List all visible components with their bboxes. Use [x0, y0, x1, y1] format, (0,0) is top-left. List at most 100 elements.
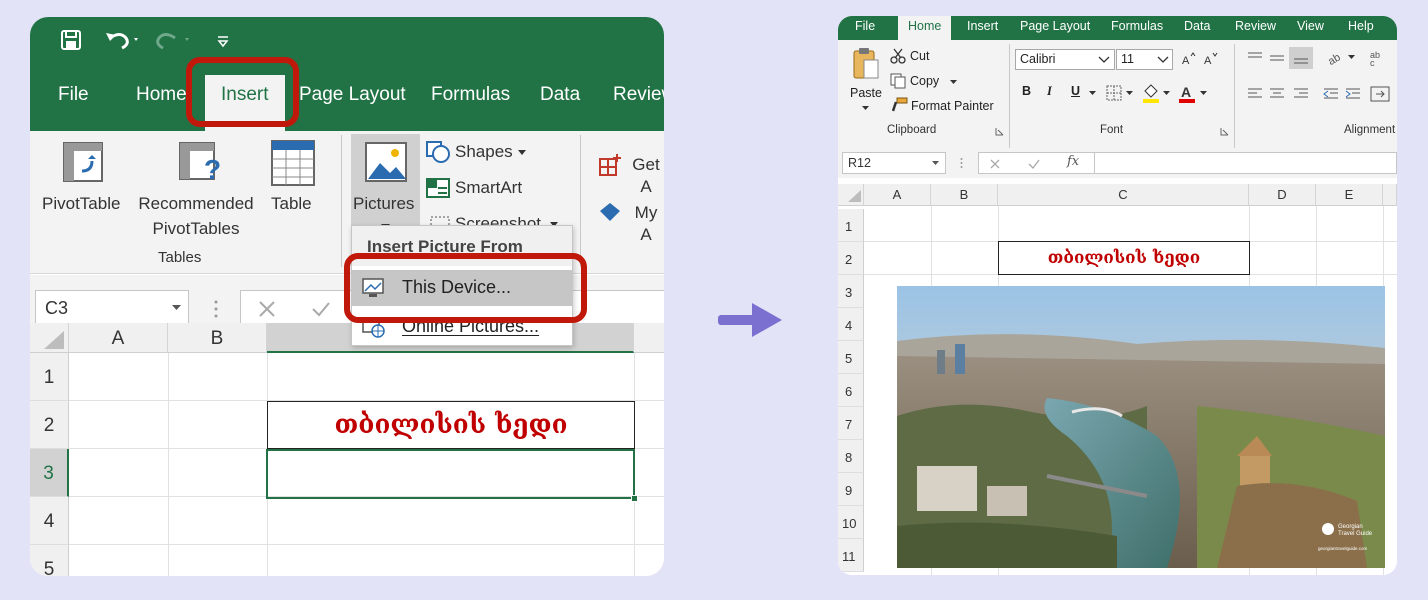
cell-c2[interactable]: თბილისის ხედი — [267, 401, 635, 449]
italic-button[interactable]: I — [1047, 84, 1052, 99]
align-top-icon[interactable] — [1247, 51, 1263, 65]
fx-icon[interactable]: fx — [1067, 154, 1079, 169]
cancel-icon[interactable] — [257, 299, 277, 319]
dialog-launcher-icon[interactable] — [995, 127, 1004, 136]
fill-color-icon[interactable] — [1142, 83, 1160, 103]
tab-formulas[interactable]: Formulas — [1111, 19, 1163, 33]
align-right-icon[interactable] — [1293, 87, 1309, 101]
customize-qat-icon[interactable] — [216, 35, 230, 49]
decrease-font-icon[interactable]: A — [1204, 52, 1218, 66]
cancel-icon[interactable] — [989, 158, 1001, 170]
save-icon[interactable] — [60, 29, 82, 51]
formula-input[interactable]: fx — [978, 152, 1397, 174]
redo-icon[interactable] — [155, 29, 195, 51]
align-center-icon[interactable] — [1269, 87, 1285, 101]
dialog-launcher-icon[interactable] — [1220, 127, 1229, 136]
row-header-2[interactable]: 2 — [838, 242, 864, 275]
align-left-icon[interactable] — [1247, 87, 1263, 101]
group-separator — [341, 135, 342, 267]
pivot-table-button[interactable]: PivotTable — [42, 193, 120, 215]
align-bottom-button[interactable] — [1289, 47, 1313, 69]
chevron-down-icon[interactable] — [172, 305, 181, 311]
check-icon[interactable] — [1028, 158, 1040, 170]
select-all-corner[interactable] — [30, 323, 69, 353]
tab-file[interactable]: File — [58, 83, 89, 107]
row-header-3[interactable]: 3 — [838, 275, 864, 308]
tab-formulas[interactable]: Formulas — [431, 83, 510, 107]
tab-home[interactable]: Home — [136, 83, 187, 107]
row-header-4[interactable]: 4 — [838, 308, 864, 341]
column-header-b[interactable]: B — [931, 184, 998, 206]
format-painter-button[interactable]: Format Painter — [911, 99, 994, 113]
align-middle-icon[interactable] — [1269, 51, 1285, 65]
font-group-label: Font — [1100, 124, 1124, 136]
name-box[interactable]: C3 — [35, 290, 189, 326]
row-header-3[interactable]: 3 — [30, 449, 69, 497]
row-header-10[interactable]: 10 — [838, 506, 864, 539]
font-size-box[interactable]: 11 — [1116, 49, 1173, 70]
select-all-corner[interactable] — [838, 184, 864, 206]
row-header-5[interactable]: 5 — [838, 341, 864, 374]
font-color-icon[interactable]: A — [1178, 83, 1196, 103]
row-header-8[interactable]: 8 — [838, 440, 864, 473]
undo-icon[interactable] — [104, 29, 144, 51]
my-addins-button[interactable]: My A — [628, 202, 664, 246]
column-header-c[interactable]: C — [998, 184, 1249, 206]
table-button[interactable]: Table — [271, 193, 312, 215]
shapes-icon — [426, 141, 450, 163]
name-box[interactable]: R12 — [842, 152, 946, 174]
font-name-box[interactable]: Calibri — [1015, 49, 1115, 70]
tab-review[interactable]: Review — [613, 83, 664, 107]
wrap-text-icon[interactable]: abc — [1370, 49, 1390, 67]
row-header-9[interactable]: 9 — [838, 473, 864, 506]
fill-handle[interactable] — [631, 495, 638, 502]
row-header-5[interactable]: 5 — [30, 545, 69, 576]
select-all-icon — [44, 331, 64, 349]
shapes-button[interactable]: Shapes — [455, 141, 513, 163]
check-icon[interactable] — [311, 299, 331, 319]
get-addins-button[interactable]: Get A — [628, 154, 664, 198]
tab-page-layout[interactable]: Page Layout — [1020, 19, 1090, 33]
paste-button[interactable]: Paste — [850, 86, 882, 100]
column-header-d[interactable] — [634, 323, 664, 353]
decrease-indent-icon[interactable] — [1323, 87, 1339, 101]
smartart-button[interactable]: SmartArt — [455, 177, 522, 199]
cut-button[interactable]: Cut — [910, 49, 929, 63]
tab-page-layout[interactable]: Page Layout — [299, 83, 406, 107]
orientation-icon[interactable]: ab — [1327, 49, 1345, 65]
tab-home[interactable]: Home — [898, 16, 952, 40]
underline-button[interactable]: U — [1071, 84, 1080, 98]
tab-insert[interactable]: Insert — [967, 19, 998, 33]
copy-button[interactable]: Copy — [910, 74, 939, 88]
increase-font-icon[interactable]: A — [1182, 52, 1196, 66]
tab-data[interactable]: Data — [1184, 19, 1210, 33]
column-header-f[interactable] — [1383, 184, 1397, 206]
tab-view[interactable]: View — [1297, 19, 1324, 33]
recommended-pivot-button[interactable]: Recommended — [132, 193, 260, 215]
paste-icon — [853, 48, 879, 79]
row-header-1[interactable]: 1 — [30, 353, 69, 401]
column-header-e[interactable]: E — [1316, 184, 1383, 206]
cell-c2[interactable]: თბილისის ხედი — [998, 241, 1250, 275]
row-header-6[interactable]: 6 — [838, 374, 864, 407]
chevron-down-icon — [1089, 91, 1096, 95]
cell-c3-selected[interactable] — [266, 449, 635, 499]
tab-data[interactable]: Data — [540, 83, 580, 107]
row-header-2[interactable]: 2 — [30, 401, 69, 449]
row-header-1[interactable]: 1 — [838, 209, 864, 242]
tab-file[interactable]: File — [855, 19, 875, 33]
row-header-4[interactable]: 4 — [30, 497, 69, 545]
tab-review[interactable]: Review — [1235, 19, 1276, 33]
row-header-7[interactable]: 7 — [838, 407, 864, 440]
tab-help[interactable]: Help — [1348, 19, 1374, 33]
bold-button[interactable]: B — [1022, 84, 1031, 98]
merge-center-icon[interactable] — [1370, 86, 1390, 102]
column-header-d[interactable]: D — [1249, 184, 1316, 206]
column-header-a[interactable]: A — [864, 184, 931, 206]
column-header-b[interactable]: B — [168, 323, 267, 353]
borders-icon[interactable] — [1106, 85, 1122, 101]
increase-indent-icon[interactable] — [1345, 87, 1361, 101]
column-header-a[interactable]: A — [69, 323, 168, 353]
row-header-11[interactable]: 11 — [838, 539, 864, 572]
tbilisi-photo[interactable]: Georgian Travel Guide georgiantravelguid… — [897, 286, 1385, 568]
